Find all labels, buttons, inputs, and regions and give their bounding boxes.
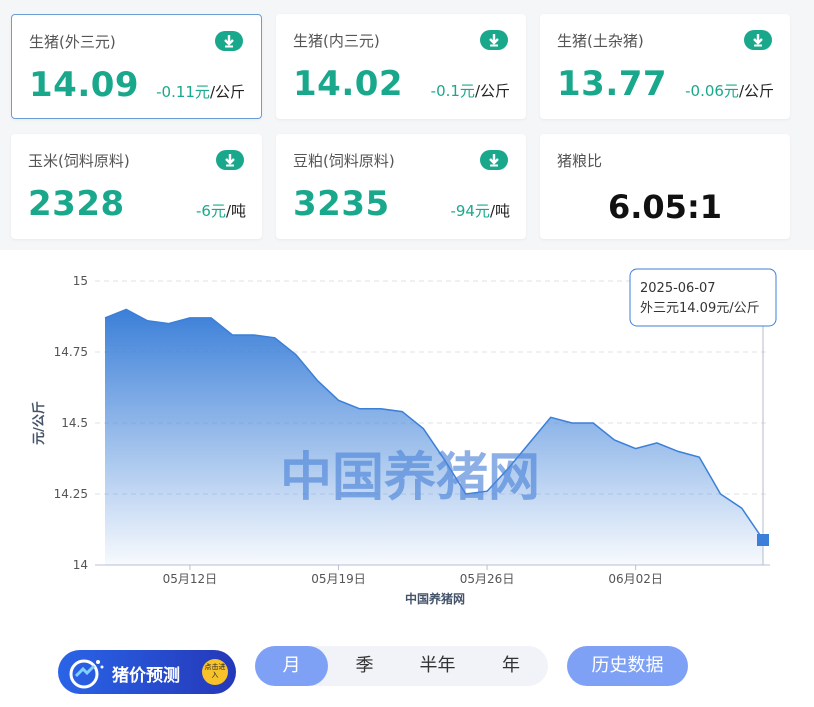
card-soybean-meal[interactable]: 豆粕(饲料原料) 3235 -94元/吨 (276, 134, 526, 239)
y-tick-label: 14.5 (61, 416, 88, 430)
card-pig-tuzazhu[interactable]: 生猪(土杂猪) 13.77 -0.06元/公斤 (540, 14, 790, 119)
series-area (105, 309, 763, 565)
x-tick-label: 06月02日 (608, 572, 663, 586)
card-pig-neisanyuan[interactable]: 生猪(内三元) 14.02 -0.1元/公斤 (276, 14, 526, 119)
card-change: -6元/吨 (195, 202, 246, 220)
down-arrow-icon (480, 30, 508, 50)
card-name: 生猪(外三元) (29, 33, 116, 51)
enter-badge: 点击进入 (202, 659, 228, 685)
down-arrow-icon (215, 31, 243, 51)
card-pig-waisanyuan[interactable]: 生猪(外三元) 14.09 -0.11元/公斤 (11, 14, 262, 119)
period-year[interactable]: 年 (474, 646, 548, 686)
period-quarter[interactable]: 季 (328, 646, 401, 686)
history-data-button[interactable]: 历史数据 (567, 646, 688, 686)
card-name: 猪粮比 (557, 152, 603, 170)
price-forecast-button[interactable]: 猪价预测 点击进入 (58, 650, 236, 694)
down-arrow-icon (216, 150, 244, 170)
down-arrow-icon (744, 30, 772, 50)
price-chart[interactable]: 中国养猪网 15 14.75 14.5 14.25 14 05月12日 05月19日 05月… (0, 255, 814, 615)
card-price: 13.77 (557, 64, 668, 104)
card-name: 豆粕(饲料原料) (293, 152, 395, 170)
y-tick-label: 15 (73, 274, 88, 288)
card-price: 2328 (28, 184, 125, 224)
y-axis-title: 元/公斤 (31, 401, 47, 445)
period-month[interactable]: 月 (255, 646, 328, 686)
period-half-year[interactable]: 半年 (401, 646, 474, 686)
y-tick-label: 14 (73, 558, 88, 572)
card-price: 14.09 (29, 65, 140, 105)
cloud-icon (69, 659, 104, 689)
card-change: -0.11元/公斤 (156, 83, 245, 101)
down-arrow-icon (480, 150, 508, 170)
price-forecast-label: 猪价预测 (112, 666, 180, 686)
card-name: 生猪(土杂猪) (557, 32, 644, 50)
last-point-marker[interactable] (757, 534, 769, 546)
tooltip-value: 外三元14.09元/公斤 (640, 301, 760, 316)
tooltip-date: 2025-06-07 (640, 281, 716, 296)
period-selector: 月 季 半年 年 (255, 646, 548, 686)
x-tick-label: 05月26日 (460, 572, 515, 586)
x-tick-label: 05月12日 (163, 572, 218, 586)
card-change: -0.1元/公斤 (430, 82, 510, 100)
card-price: 3235 (293, 184, 390, 224)
card-price: 14.02 (293, 64, 404, 104)
card-name: 玉米(饲料原料) (28, 152, 130, 170)
y-tick-label: 14.75 (54, 345, 88, 359)
card-change: -0.06元/公斤 (685, 82, 774, 100)
chart-watermark: 中国养猪网 (280, 448, 540, 508)
y-tick-label: 14.25 (54, 487, 88, 501)
x-axis-title: 中国养猪网 (405, 591, 465, 606)
card-change: -94元/吨 (450, 202, 510, 220)
x-tick-label: 05月19日 (311, 572, 366, 586)
card-name: 生猪(内三元) (293, 32, 380, 50)
card-corn[interactable]: 玉米(饲料原料) 2328 -6元/吨 (11, 134, 262, 239)
chart-tooltip: 2025-06-07 外三元14.09元/公斤 (629, 268, 777, 327)
card-pig-grain-ratio[interactable]: 猪粮比 6.05:1 (540, 134, 790, 239)
card-ratio: 6.05:1 (607, 188, 722, 226)
